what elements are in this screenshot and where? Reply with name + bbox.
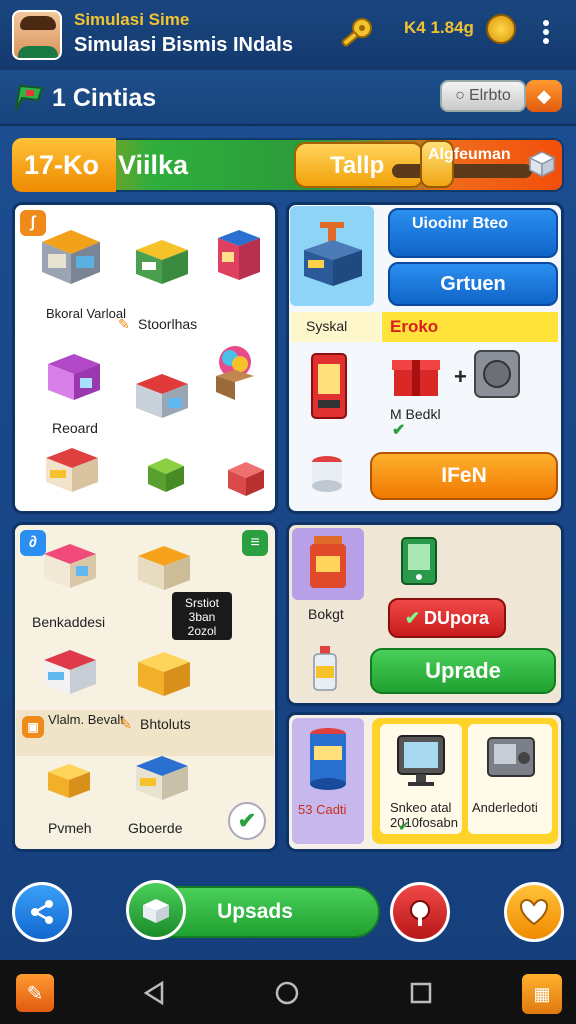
devices-left-label: 53 Cadti xyxy=(298,802,347,817)
machine-icon[interactable] xyxy=(298,216,368,292)
upgrade-option-label-1: Uiooinr Bteo xyxy=(412,215,508,232)
box-button[interactable] xyxy=(126,880,186,940)
progress-slider-track[interactable] xyxy=(392,164,532,178)
list-icon[interactable]: ≡ xyxy=(242,530,268,556)
market-label-2: Vlalm. Bevalt xyxy=(48,712,124,727)
confirm-check-button[interactable]: ✔ xyxy=(228,802,266,840)
boutique-icon[interactable] xyxy=(44,348,104,404)
upgrade-yellow-label: Eroko xyxy=(382,312,558,342)
diamond-button[interactable]: ◆ xyxy=(526,80,562,112)
market-shop-icon-4[interactable] xyxy=(134,644,194,700)
back-icon[interactable] xyxy=(140,978,170,1008)
kiosk-icon[interactable] xyxy=(214,224,264,284)
box-icon xyxy=(143,899,169,923)
progress-right-label: Algfeuman xyxy=(428,146,511,163)
market-shop-icon-1[interactable] xyxy=(40,536,100,592)
info-pill-button[interactable]: ○ Elrbto xyxy=(440,80,526,112)
cardboard-box-icon[interactable] xyxy=(44,758,94,802)
crate-icon[interactable] xyxy=(144,452,188,496)
phone-icon[interactable] xyxy=(394,532,444,590)
update-button[interactable]: ✔ DUpora xyxy=(388,598,506,638)
plus-icon: + xyxy=(454,364,467,389)
bakery-icon[interactable] xyxy=(42,440,102,496)
market-shop-icon-2[interactable] xyxy=(134,538,194,594)
search-button[interactable] xyxy=(390,882,450,942)
market-shop-icon-5[interactable] xyxy=(132,748,192,804)
recents-icon[interactable] xyxy=(406,978,436,1008)
market-label-3: Bhtoluts xyxy=(140,716,191,732)
share-icon xyxy=(31,900,53,924)
check-icon: ✔ xyxy=(392,422,406,439)
coin-balance: K4 1.84g xyxy=(404,18,474,37)
share-button[interactable] xyxy=(12,882,72,942)
action-item-label: Bokgt xyxy=(308,606,344,622)
battery-icon[interactable] xyxy=(304,724,352,794)
flag-icon xyxy=(15,84,44,111)
overflow-menu-icon[interactable] xyxy=(536,18,556,48)
circle-icon: ○ xyxy=(455,87,465,104)
ifen-button[interactable]: IFeN xyxy=(370,452,558,500)
paint-shop-icon[interactable] xyxy=(210,342,260,402)
favorite-button[interactable] xyxy=(504,882,564,942)
check-icon: ✔ xyxy=(398,818,410,834)
app-title: Simulasi Bismis INdals xyxy=(74,34,293,56)
diamond-icon: ◆ xyxy=(537,85,551,106)
avatar[interactable] xyxy=(12,10,62,60)
market-stall-icon[interactable] xyxy=(132,232,192,288)
shop-sign: Srstiot 3ban 2ozol xyxy=(172,592,232,640)
shop-label-1: Bkoral Varloal xyxy=(46,306,126,321)
vending-machine-icon[interactable] xyxy=(304,350,354,422)
coin-icon xyxy=(486,14,516,44)
safe-icon[interactable] xyxy=(472,348,522,400)
progress-label: Viilka xyxy=(118,150,189,180)
jar-icon xyxy=(312,456,342,492)
update-button-label: DUpora xyxy=(424,607,490,628)
market-label-1: Benkaddesi xyxy=(32,614,106,630)
upgrade-option-button-2[interactable]: Grtuen xyxy=(388,262,558,306)
upgrade-button[interactable]: Uprade xyxy=(370,648,556,694)
upgrade-left-label: Syskal xyxy=(306,318,348,334)
market-label-4: Pvmeh xyxy=(48,820,92,836)
tool-icon: ✎ xyxy=(118,316,130,332)
tools-app-icon[interactable]: ✎ xyxy=(16,974,54,1012)
cafe-icon[interactable] xyxy=(132,366,192,422)
progress-number: 17-Ko xyxy=(24,150,100,180)
calendar-app-icon[interactable]: ▦ xyxy=(522,974,562,1014)
device-label-2: Anderledoti xyxy=(472,800,538,815)
market-label-5: Gboerde xyxy=(128,820,183,836)
box-icon[interactable] xyxy=(224,456,268,500)
market-shop-icon-3[interactable] xyxy=(40,642,100,698)
tap-button-label: Tallp xyxy=(330,152,385,179)
grocery-store-icon[interactable] xyxy=(36,218,106,288)
home-icon[interactable] xyxy=(272,978,302,1008)
key-icon[interactable] xyxy=(338,16,374,52)
wrench-icon: ✎ xyxy=(120,716,132,732)
printer-icon xyxy=(487,737,535,777)
monitor-icon xyxy=(397,735,445,786)
shop-label-2: Stoorlhas xyxy=(138,316,198,332)
app-subtitle: Simulasi Sime xyxy=(74,10,190,29)
shop-label-3: Reoard xyxy=(52,420,98,436)
badge-icon: ▣ xyxy=(22,716,44,738)
gift-box-icon[interactable] xyxy=(388,352,444,400)
level-label: 1 Cintias xyxy=(52,84,157,112)
search-icon xyxy=(410,900,430,926)
info-pill-label: Elrbto xyxy=(468,87,511,104)
check-icon: ✔ xyxy=(404,607,421,628)
canister-icon[interactable] xyxy=(302,532,354,594)
heart-icon xyxy=(519,898,549,926)
gift-icon[interactable] xyxy=(526,148,558,178)
bottle-icon xyxy=(313,646,337,691)
